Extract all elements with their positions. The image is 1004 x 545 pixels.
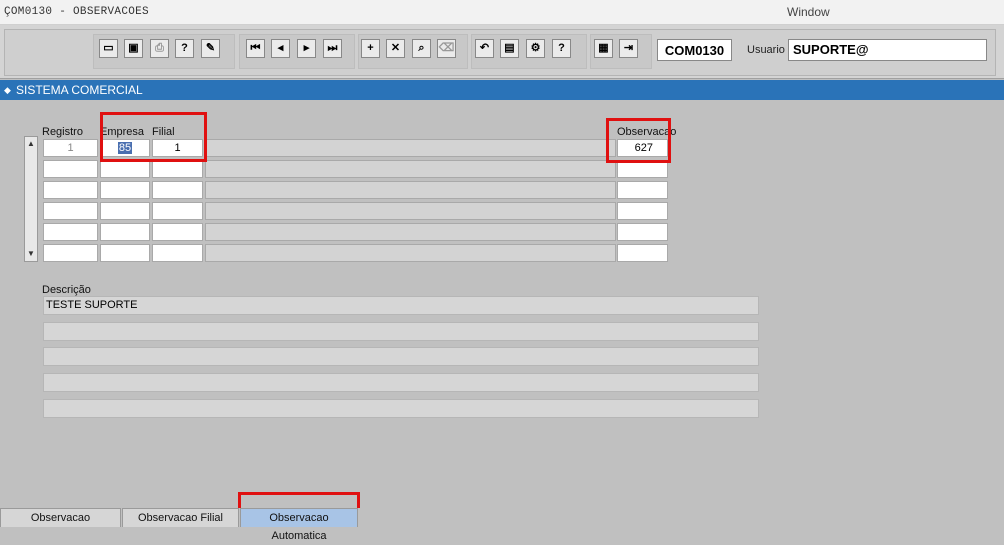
exit-button[interactable]: ⇥ xyxy=(619,39,638,58)
description-line[interactable] xyxy=(43,373,759,392)
edit-button[interactable]: ✎ xyxy=(201,39,220,58)
calendar-button[interactable]: ▦ xyxy=(594,39,613,58)
insert-record-icon: + xyxy=(367,42,374,54)
system-header-bar: ◆ SISTEMA COMERCIAL xyxy=(0,80,1004,100)
filler-cell xyxy=(205,244,616,262)
empresa-cell[interactable] xyxy=(100,160,150,178)
delete-record-button[interactable]: ✕ xyxy=(386,39,405,58)
help-query-icon: ? xyxy=(181,42,188,54)
window-title: ÇOM0130 - OBSERVACOES xyxy=(4,6,149,18)
help-icon: ? xyxy=(558,42,565,54)
clipboard-icon: ▤ xyxy=(504,42,515,54)
delete-record-icon: ✕ xyxy=(390,42,401,54)
toolbar: ▭ ▣ ⎙? ✎ ⏮ ◂ ▸ ⏭ + ✕ ⌕ ⌫ ↶ ▤ ⚙? ▦ ⇥ COM0130 Usuario SUPO… xyxy=(0,25,1004,79)
clear-icon: ⌫ xyxy=(438,42,455,54)
filial-cell[interactable] xyxy=(152,223,203,241)
filler-cell xyxy=(205,160,616,178)
highlight-observacao xyxy=(606,118,671,163)
undo-button[interactable]: ↶ xyxy=(475,39,494,58)
first-record-icon: ⏮ xyxy=(250,42,261,54)
description-line[interactable]: TESTE SUPORTE xyxy=(43,296,759,315)
print-button[interactable]: ⎙ xyxy=(150,39,169,58)
scroll-up-icon[interactable]: ▲ xyxy=(25,138,37,150)
empresa-cell[interactable] xyxy=(100,244,150,262)
exit-icon: ⇥ xyxy=(623,42,634,54)
description-line[interactable] xyxy=(43,322,759,341)
find-icon: ⌕ xyxy=(418,42,425,54)
tools-button[interactable]: ⚙ xyxy=(526,39,545,58)
filial-cell[interactable] xyxy=(152,202,203,220)
help-query-button[interactable]: ? xyxy=(175,39,194,58)
system-icon: ◆ xyxy=(4,85,11,95)
last-record-button[interactable]: ⏭ xyxy=(323,39,342,58)
empresa-cell[interactable] xyxy=(100,223,150,241)
registro-cell xyxy=(43,202,98,220)
registro-cell xyxy=(43,223,98,241)
prev-record-button[interactable]: ◂ xyxy=(271,39,290,58)
filler-cell xyxy=(205,223,616,241)
save-icon: ▭ xyxy=(103,42,114,54)
undo-icon: ↶ xyxy=(479,42,490,54)
calendar-icon: ▦ xyxy=(598,42,609,54)
last-record-icon: ⏭ xyxy=(327,42,338,54)
insert-record-button[interactable]: + xyxy=(361,39,380,58)
observacao-cell[interactable] xyxy=(617,202,668,220)
screen-button[interactable]: ▣ xyxy=(124,39,143,58)
tab-observacao[interactable]: Observacao xyxy=(0,508,121,527)
system-title: SISTEMA COMERCIAL xyxy=(16,83,143,97)
filial-cell[interactable] xyxy=(152,160,203,178)
first-record-button[interactable]: ⏮ xyxy=(246,39,265,58)
help-button[interactable]: ? xyxy=(552,39,571,58)
observacao-cell[interactable] xyxy=(617,223,668,241)
user-label: Usuario xyxy=(747,44,785,56)
next-record-button[interactable]: ▸ xyxy=(297,39,316,58)
window-menu[interactable]: Window xyxy=(787,5,830,19)
filler-cell xyxy=(205,202,616,220)
filial-cell[interactable] xyxy=(152,181,203,199)
registro-cell xyxy=(43,160,98,178)
screen-icon: ▣ xyxy=(128,42,139,54)
filler-cell xyxy=(205,139,616,157)
clipboard-button[interactable]: ▤ xyxy=(500,39,519,58)
tools-icon: ⚙ xyxy=(530,42,541,54)
edit-icon: ✎ xyxy=(205,42,216,54)
title-bar: ÇOM0130 - OBSERVACOES Window xyxy=(0,0,1004,25)
print-icon: ⎙ xyxy=(155,42,164,54)
registro-cell: 1 xyxy=(43,139,98,157)
highlight-empresa-filial xyxy=(100,112,207,162)
description-label: Descrição xyxy=(42,284,91,296)
tab-observacao-filial[interactable]: Observacao Filial xyxy=(122,508,239,527)
filler-cell xyxy=(205,181,616,199)
empresa-cell[interactable] xyxy=(100,202,150,220)
form-code-field: COM0130 xyxy=(657,39,732,61)
find-button[interactable]: ⌕ xyxy=(412,39,431,58)
prev-record-icon: ◂ xyxy=(277,42,284,54)
registro-cell xyxy=(43,244,98,262)
empresa-cell[interactable] xyxy=(100,181,150,199)
observacao-cell[interactable] xyxy=(617,181,668,199)
description-line[interactable] xyxy=(43,347,759,366)
grid-scrollbar[interactable]: ▲ ▼ xyxy=(24,136,38,262)
header-registro: Registro xyxy=(42,126,83,138)
tab-observacao-automatica[interactable]: Observacao Automatica xyxy=(240,508,358,542)
scroll-down-icon[interactable]: ▼ xyxy=(25,248,37,260)
observacao-cell[interactable] xyxy=(617,244,668,262)
next-record-icon: ▸ xyxy=(303,42,310,54)
user-field[interactable]: SUPORTE@ xyxy=(788,39,987,61)
clear-button[interactable]: ⌫ xyxy=(437,39,456,58)
registro-cell xyxy=(43,181,98,199)
save-button[interactable]: ▭ xyxy=(99,39,118,58)
tab-bar: Observacao Observacao Filial Observacao Au… xyxy=(0,508,1004,542)
description-line[interactable] xyxy=(43,399,759,418)
filial-cell[interactable] xyxy=(152,244,203,262)
